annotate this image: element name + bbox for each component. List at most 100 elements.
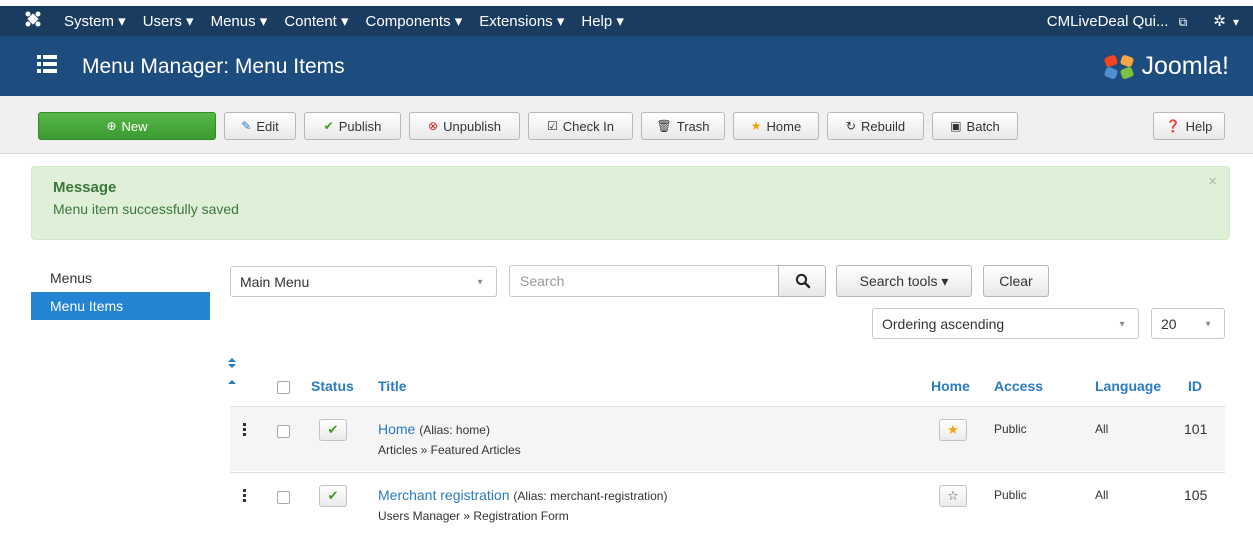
success-message: Message Menu item successfully saved × (31, 166, 1230, 240)
settings-menu[interactable]: ✲ ▾ (1213, 12, 1239, 30)
page-header: Menu Manager: Menu Items Joomla! (0, 36, 1253, 96)
clear-button[interactable]: Clear (983, 265, 1049, 297)
check-in-button-label: Check In (562, 118, 615, 134)
limit-select[interactable]: 20 ▼ (1151, 308, 1225, 339)
item-language: All (1095, 488, 1109, 502)
column-home[interactable]: Home (931, 378, 970, 394)
menu-system[interactable]: System ▾ (64, 12, 126, 30)
top-navbar: System ▾ Users ▾ Menus ▾ Content ▾ Compo… (0, 6, 1253, 36)
page-title: Menu Manager: Menu Items (82, 55, 345, 78)
menu-users[interactable]: Users ▾ (143, 12, 194, 30)
site-link[interactable]: CMLiveDeal Qui... ⧉ (1047, 13, 1187, 30)
unpublish-button-label: Unpublish (443, 118, 501, 134)
menu-select[interactable]: Main Menu ▼ (230, 266, 497, 297)
batch-icon: ▣ (950, 119, 962, 133)
check-icon: ✔ (327, 422, 339, 437)
item-language: All (1095, 422, 1109, 436)
star-icon: ★ (947, 422, 959, 437)
home-toggle-button[interactable]: ☆ (939, 485, 967, 507)
sidebar-item-menus[interactable]: Menus (31, 264, 210, 292)
drag-handle-icon[interactable] (243, 423, 247, 437)
row-checkbox[interactable] (277, 491, 290, 504)
batch-button[interactable]: ▣ Batch (932, 112, 1018, 140)
brand-name: Joomla! (1141, 52, 1229, 80)
search-placeholder: Search (520, 273, 565, 289)
published-status-button[interactable]: ✔ (319, 419, 347, 441)
item-title-link[interactable]: Merchant registration (378, 487, 510, 503)
item-type: Users Manager » Registration Form (378, 509, 569, 523)
refresh-icon: ↻ (845, 119, 856, 133)
menu-menus[interactable]: Menus ▾ (211, 12, 268, 30)
message-body: Menu item successfully saved (53, 201, 239, 217)
question-icon: ❓ (1165, 119, 1181, 133)
column-status[interactable]: Status (311, 378, 354, 394)
home-button-label: Home (766, 118, 802, 134)
table-row: ✔ Merchant registration (Alias: merchant… (230, 472, 1225, 533)
search-icon (795, 273, 811, 289)
menu-help[interactable]: Help ▾ (581, 12, 624, 30)
home-button[interactable]: ★ Home (733, 112, 819, 140)
published-status-button[interactable]: ✔ (319, 485, 347, 507)
rebuild-button[interactable]: ↻ Rebuild (827, 112, 924, 140)
item-alias: (Alias: merchant-registration) (513, 489, 668, 503)
publish-button[interactable]: ✔ Publish (304, 112, 401, 140)
trash-button-label: Trash (676, 118, 710, 134)
drag-handle-icon[interactable] (243, 489, 247, 503)
search-tools-button[interactable]: Search tools ▾ (836, 265, 972, 297)
new-button[interactable]: ⊕ New (38, 112, 216, 140)
trash-icon: 🗑 (656, 119, 672, 133)
column-language[interactable]: Language (1095, 378, 1161, 394)
column-id[interactable]: ID (1188, 378, 1202, 394)
check-in-button[interactable]: ☑ Check In (528, 112, 633, 140)
unpublish-icon: ⊗ (428, 119, 439, 133)
chevron-down-icon: ▼ (1204, 319, 1212, 328)
item-title: Home (Alias: home) (378, 421, 490, 437)
edit-icon: ✎ (241, 119, 252, 133)
publish-button-label: Publish (338, 118, 382, 134)
column-title[interactable]: Title (378, 378, 407, 394)
list-icon (37, 55, 57, 73)
edit-button[interactable]: ✎ Edit (224, 112, 296, 140)
search-input[interactable]: Search (509, 265, 779, 297)
ordering-select[interactable]: Ordering ascending ▼ (872, 308, 1139, 339)
edit-button-label: Edit (256, 118, 279, 134)
external-link-icon: ⧉ (1178, 14, 1188, 29)
check-icon: ✔ (323, 119, 334, 133)
site-label: CMLiveDeal Qui... (1046, 12, 1169, 30)
item-title: Merchant registration (Alias: merchant-r… (378, 487, 667, 503)
rebuild-button-label: Rebuild (860, 118, 906, 134)
sidebar-item-menu-items[interactable]: Menu Items (31, 292, 210, 320)
ordering-select-value: Ordering ascending (882, 315, 1005, 332)
item-title-link[interactable]: Home (378, 421, 415, 437)
help-button[interactable]: ❓ Help (1153, 112, 1225, 140)
joomla-brand: Joomla! (1103, 52, 1229, 81)
menu-content[interactable]: Content ▾ (284, 12, 348, 30)
item-id: 105 (1184, 487, 1208, 503)
column-access[interactable]: Access (994, 378, 1043, 394)
item-access: Public (994, 488, 1027, 502)
item-type: Articles » Featured Articles (378, 443, 521, 457)
table-row: ✔ Home (Alias: home) Articles » Featured… (230, 406, 1225, 471)
close-icon[interactable]: × (1208, 173, 1217, 190)
ordering-sort-icon[interactable] (226, 356, 238, 390)
toolbar: ⊕ New ✎ Edit ✔ Publish ⊗ Unpublish ☑ Che… (0, 96, 1253, 154)
chevron-down-icon: ▼ (476, 277, 484, 286)
item-id: 101 (1184, 421, 1208, 437)
gear-icon: ✲ (1213, 13, 1226, 30)
topnav-right: CMLiveDeal Qui... ⧉ ✲ ▾ (1047, 6, 1239, 36)
trash-button[interactable]: 🗑 Trash (641, 112, 725, 140)
row-checkbox[interactable] (277, 425, 290, 438)
chevron-down-icon: ▼ (1118, 319, 1126, 328)
unpublish-button[interactable]: ⊗ Unpublish (409, 112, 520, 140)
star-outline-icon: ☆ (947, 488, 959, 503)
menu-extensions[interactable]: Extensions ▾ (479, 12, 564, 30)
sidebar: Menus Menu Items (31, 264, 210, 320)
joomla-icon[interactable] (22, 10, 44, 33)
search-button[interactable] (778, 265, 826, 297)
settings-caret: ▾ (1232, 15, 1239, 29)
home-toggle-button[interactable]: ★ (939, 419, 967, 441)
top-menu: System ▾ Users ▾ Menus ▾ Content ▾ Compo… (64, 12, 641, 30)
select-all-checkbox[interactable] (277, 381, 290, 394)
check-icon: ✔ (327, 488, 339, 503)
menu-components[interactable]: Components ▾ (366, 12, 463, 30)
